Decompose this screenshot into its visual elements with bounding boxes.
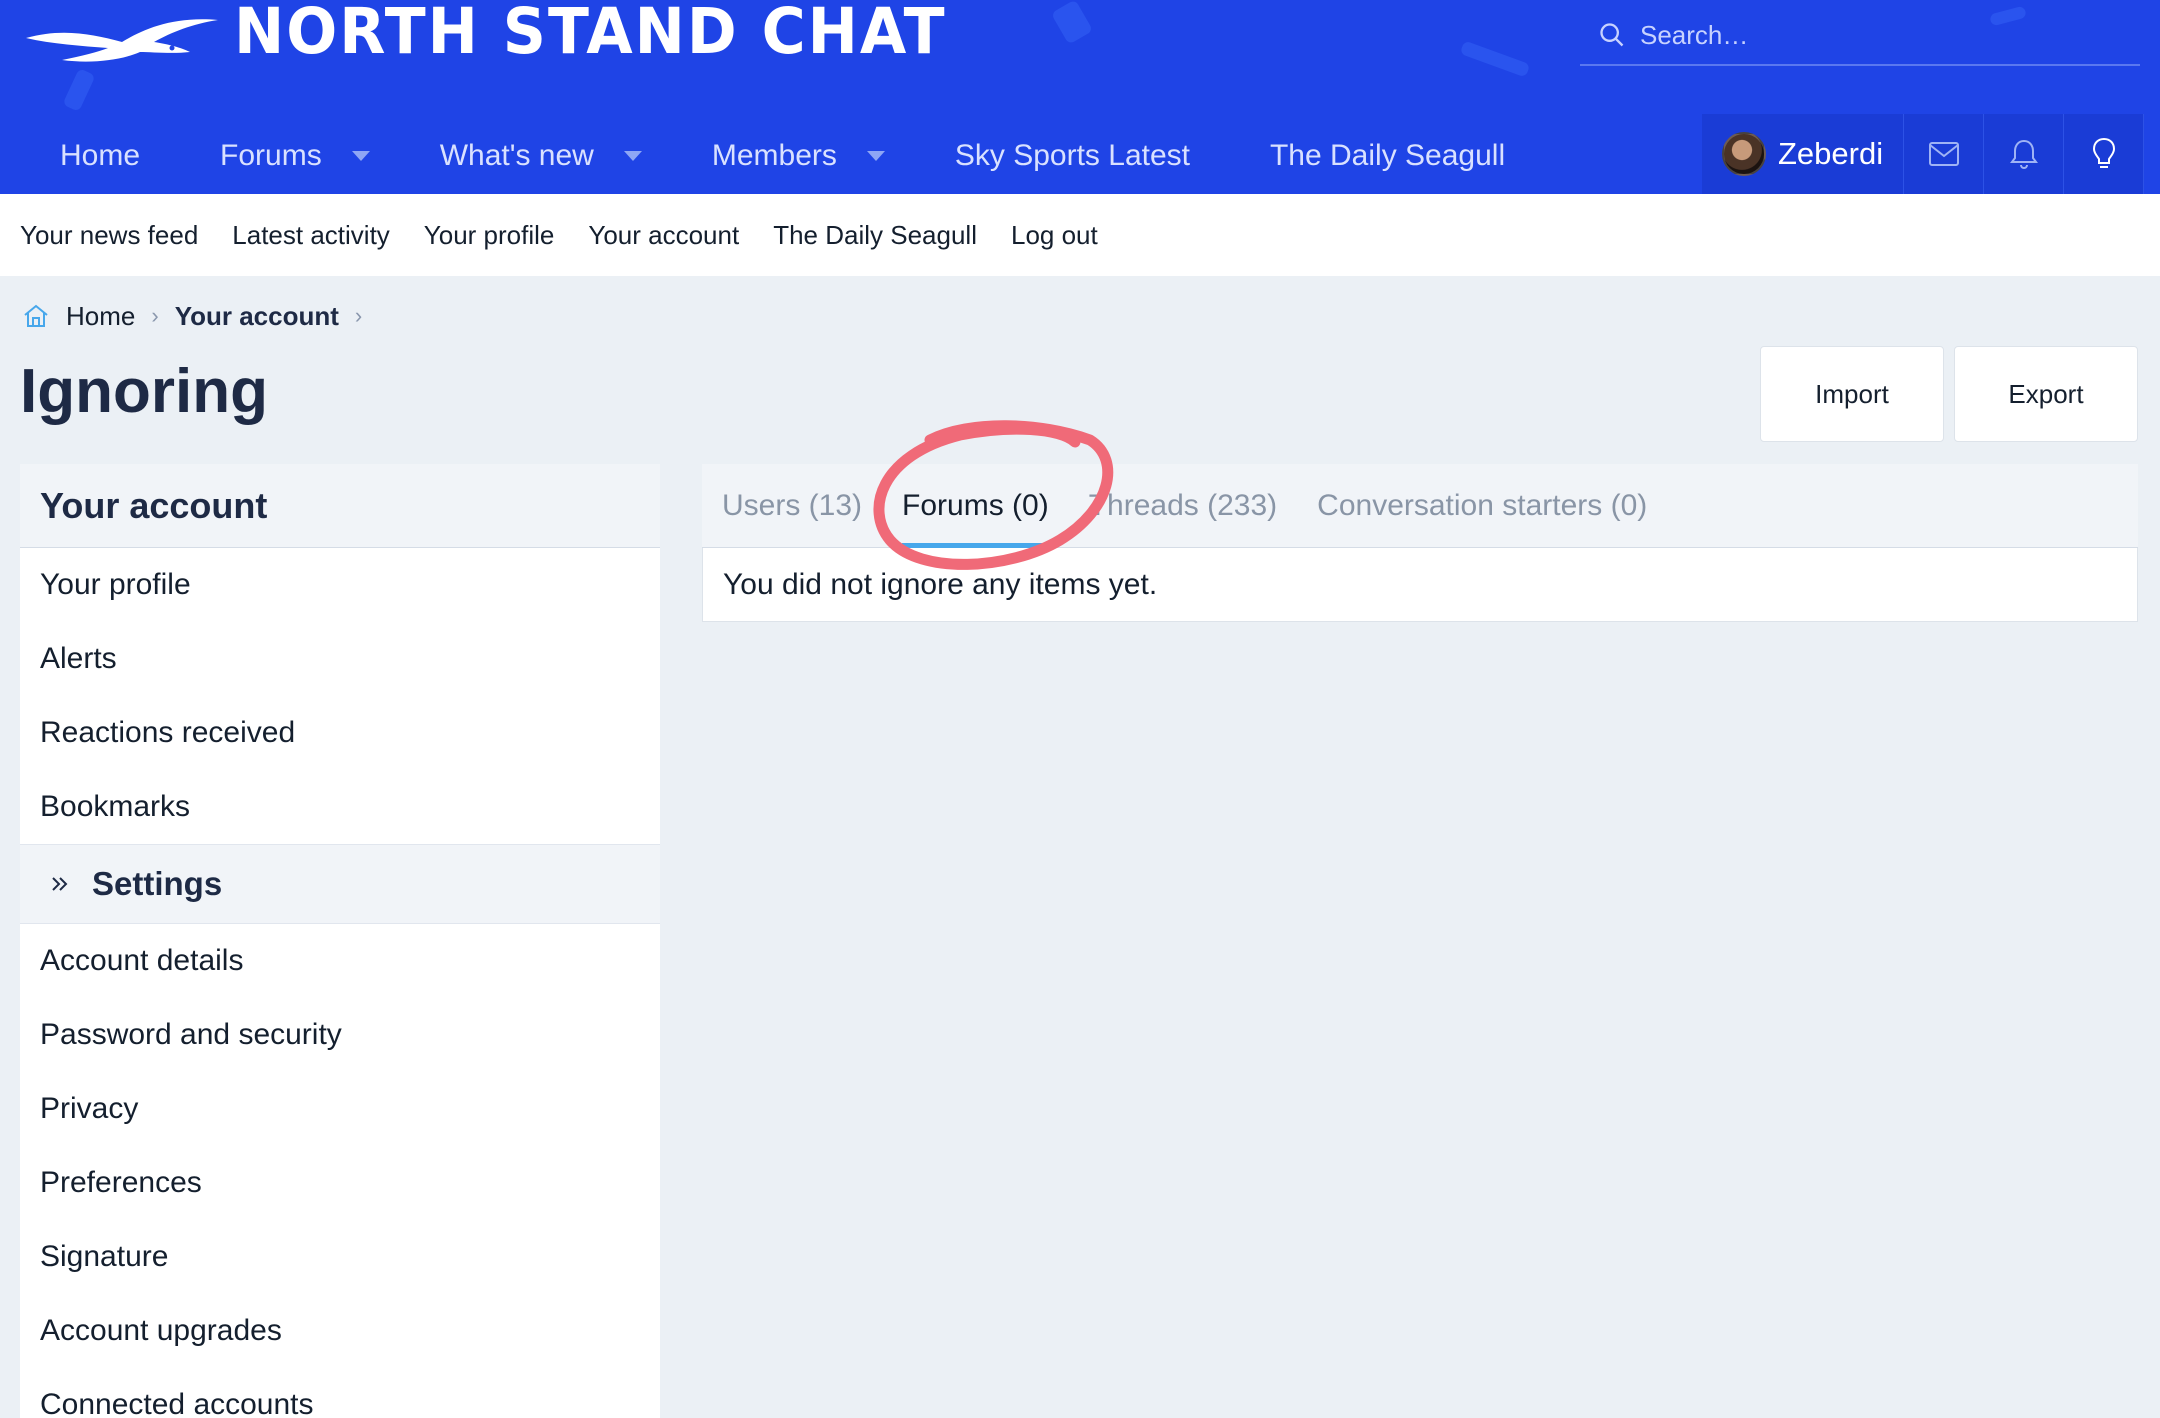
site-header: NORTH STAND CHAT Home Forums What's new …	[0, 0, 2160, 194]
ignore-tabs: Users (13) Forums (0) Threads (233) Conv…	[702, 464, 2138, 548]
subnav-log-out[interactable]: Log out	[1011, 220, 1098, 251]
sidebar-item-bookmarks[interactable]: Bookmarks	[20, 770, 660, 844]
nav-item-daily-seagull[interactable]: The Daily Seagull	[1230, 118, 1545, 194]
search-input[interactable]	[1640, 19, 2120, 51]
breadcrumb-your-account[interactable]: Your account	[175, 301, 339, 332]
style-toggle-button[interactable]	[2064, 114, 2145, 194]
sidebar-item-preferences[interactable]: Preferences	[20, 1146, 660, 1220]
tab-threads[interactable]: Threads (233)	[1069, 464, 1297, 548]
breadcrumb: Home › Your account ›	[22, 296, 362, 336]
search-icon	[1600, 23, 1624, 47]
sidebar-item-password-security[interactable]: Password and security	[20, 998, 660, 1072]
nav-item-forums[interactable]: Forums	[180, 118, 400, 194]
export-button[interactable]: Export	[1954, 346, 2138, 442]
sidebar-item-alerts[interactable]: Alerts	[20, 622, 660, 696]
caret-down-icon[interactable]	[351, 151, 370, 161]
nav-item-label: What's new	[439, 139, 594, 172]
empty-message: You did not ignore any items yet.	[702, 548, 2138, 622]
caret-down-icon[interactable]	[623, 151, 642, 161]
envelope-icon	[1928, 142, 1959, 166]
inbox-button[interactable]	[1904, 114, 1985, 194]
chevron-right-icon: ›	[151, 303, 159, 328]
sidebar-item-reactions-received[interactable]: Reactions received	[20, 696, 660, 770]
nav-item-members[interactable]: Members	[672, 118, 915, 194]
account-sidebar: Your account Your profile Alerts Reactio…	[20, 464, 660, 1418]
sidebar-item-signature[interactable]: Signature	[20, 1220, 660, 1294]
sidebar-section-settings[interactable]: Settings	[20, 844, 660, 924]
avatar	[1722, 132, 1766, 176]
page-title: Ignoring	[20, 357, 268, 426]
bell-icon	[2009, 139, 2038, 170]
nav-item-label: Members	[711, 139, 837, 172]
nav-item-label: The Daily Seagull	[1269, 139, 1506, 172]
subnav-latest-activity[interactable]: Latest activity	[232, 220, 390, 251]
import-button[interactable]: Import	[1760, 346, 1944, 442]
subnav-your-account[interactable]: Your account	[588, 220, 739, 251]
sidebar-item-account-upgrades[interactable]: Account upgrades	[20, 1294, 660, 1368]
nav-item-label: Home	[60, 139, 141, 172]
nav-item-sky-sports-latest[interactable]: Sky Sports Latest	[915, 118, 1230, 194]
chevron-right-icon: ›	[354, 303, 363, 328]
account-button[interactable]: Zeberdi	[1702, 114, 1905, 194]
sidebar-heading[interactable]: Your account	[20, 464, 660, 548]
home-icon[interactable]	[22, 303, 50, 329]
tab-forums[interactable]: Forums (0)	[882, 464, 1069, 548]
site-name: NORTH STAND CHAT	[234, 0, 947, 69]
sidebar-section-label: Settings	[92, 865, 223, 902]
breadcrumb-home[interactable]: Home	[66, 301, 135, 332]
site-logo[interactable]: NORTH STAND CHAT	[22, 0, 947, 76]
nav-item-label: Forums	[220, 139, 322, 172]
tab-conversation-starters[interactable]: Conversation starters (0)	[1297, 464, 1667, 548]
nav-item-home[interactable]: Home	[0, 118, 180, 194]
sidebar-item-account-details[interactable]: Account details	[20, 924, 660, 998]
nav-item-whats-new[interactable]: What's new	[400, 118, 672, 194]
sub-nav: Your news feed Latest activity Your prof…	[0, 194, 2160, 276]
confetti-decoration	[1050, 0, 1094, 45]
subnav-news-feed[interactable]: Your news feed	[20, 220, 198, 251]
alerts-button[interactable]	[1984, 114, 2065, 194]
main-nav: Home Forums What's new Members Sky Sport…	[0, 118, 1545, 194]
nav-item-label: Sky Sports Latest	[954, 139, 1190, 172]
seagull-icon	[26, 19, 218, 62]
subnav-your-profile[interactable]: Your profile	[424, 220, 555, 251]
subnav-daily-seagull[interactable]: The Daily Seagull	[773, 220, 977, 251]
double-chevron-right-icon	[52, 877, 68, 891]
user-bar: Zeberdi	[1702, 114, 2145, 194]
lightbulb-icon	[2092, 137, 2115, 168]
tab-users[interactable]: Users (13)	[702, 464, 882, 548]
confetti-decoration	[1459, 40, 1531, 78]
caret-down-icon[interactable]	[866, 151, 885, 161]
username: Zeberdi	[1778, 136, 1884, 171]
sidebar-item-your-profile[interactable]: Your profile	[20, 548, 660, 622]
sidebar-item-privacy[interactable]: Privacy	[20, 1072, 660, 1146]
sidebar-item-connected-accounts[interactable]: Connected accounts	[20, 1368, 660, 1418]
search-box[interactable]	[1580, 6, 2140, 66]
